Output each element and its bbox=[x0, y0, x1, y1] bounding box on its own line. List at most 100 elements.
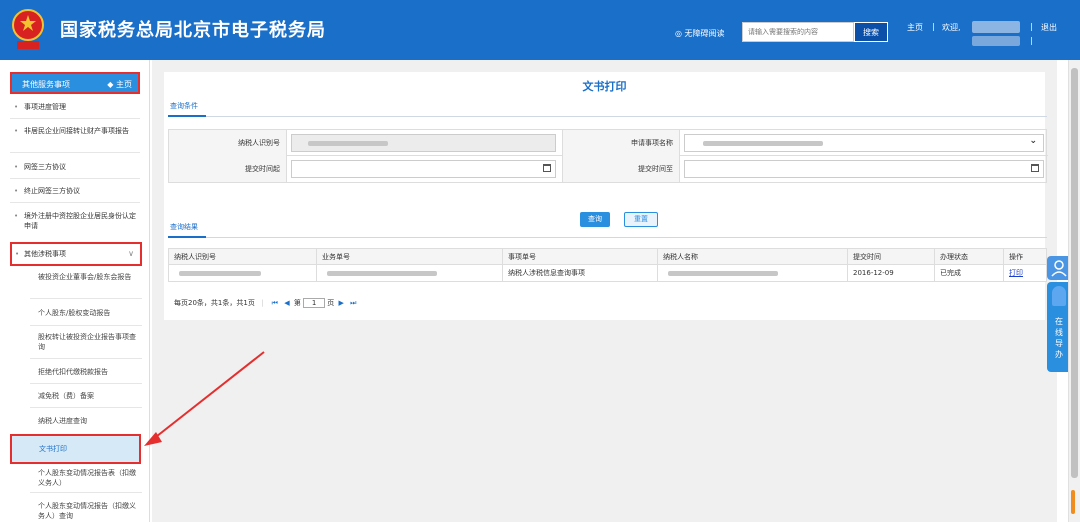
column-header: 纳税人识别号 bbox=[169, 249, 317, 266]
bullet-icon: • bbox=[14, 103, 19, 111]
column-header: 办理状态 bbox=[935, 249, 1004, 266]
cell-item-no: 纳税人涉税信息查询事项 bbox=[503, 265, 658, 282]
table-row: 纳税人涉税信息查询事项 2016-12-09 已完成 打印 bbox=[168, 265, 1047, 282]
sidebar-subitem[interactable]: 拒绝代扣代缴税款报告 bbox=[38, 367, 142, 377]
tab-query-results[interactable]: 查询结果 bbox=[170, 222, 198, 232]
cell-status: 已完成 bbox=[935, 265, 1004, 282]
search-button[interactable]: 搜索 bbox=[854, 22, 888, 42]
cell-taxpayer-name bbox=[658, 265, 848, 282]
pager-summary: 每页20条，共1条，共1页 bbox=[174, 299, 255, 307]
sidebar-subitem[interactable]: 减免税（费）备案 bbox=[38, 391, 142, 401]
sidebar-item-progress[interactable]: • 事项进度管理 bbox=[14, 102, 142, 112]
divider bbox=[168, 116, 1047, 117]
divider bbox=[30, 492, 142, 493]
cell-submit-time: 2016-12-09 bbox=[848, 265, 935, 282]
sidebar-item-terminate[interactable]: • 终止网签三方协议 bbox=[14, 186, 142, 196]
sidebar-item-nonresident[interactable]: • 非居民企业间接转让财产事项报告 bbox=[14, 126, 142, 136]
form-row: 纳税人识别号 申请事项名称 ⌄ bbox=[169, 130, 1048, 156]
divider bbox=[10, 118, 140, 119]
search-input[interactable] bbox=[742, 22, 854, 42]
assistant-avatar-icon bbox=[1052, 286, 1066, 306]
sidebar-subitem[interactable]: 个人股东变动情况报告（扣缴义务人）查询 bbox=[38, 501, 142, 521]
divider bbox=[10, 178, 140, 179]
sidebar-subitem-doc-print[interactable]: 文书打印 bbox=[10, 434, 141, 464]
tab-query-conditions[interactable]: 查询条件 bbox=[170, 101, 198, 111]
welcome-text: 欢迎, bbox=[942, 23, 961, 32]
bullet-icon: • bbox=[14, 163, 19, 171]
scrollbar-thumb[interactable] bbox=[1071, 68, 1078, 478]
apply-item-select[interactable]: ⌄ bbox=[684, 134, 1044, 152]
start-time-label: 提交时间起 bbox=[169, 156, 287, 182]
end-time-input[interactable] bbox=[684, 160, 1044, 178]
sidebar-item-resident-id[interactable]: • 境外注册中资控股企业居民身份认定申请 bbox=[14, 211, 142, 231]
sidebar: 其他服务事项 ◆ 主页 • 事项进度管理 • 非居民企业间接转让财产事项报告 •… bbox=[0, 60, 150, 522]
calendar-icon[interactable] bbox=[1031, 164, 1039, 172]
tab-active-indicator bbox=[168, 115, 206, 117]
divider bbox=[10, 202, 140, 203]
chevron-down-icon: ⌄ bbox=[1029, 136, 1037, 146]
bullet-icon: • bbox=[15, 250, 20, 258]
page-scrollbar[interactable] bbox=[1068, 60, 1080, 522]
bullet-icon: • bbox=[14, 187, 19, 195]
divider bbox=[30, 298, 142, 299]
sidebar-header[interactable]: 其他服务事项 ◆ 主页 bbox=[10, 72, 140, 94]
sidebar-subitem[interactable]: 个人股东/股权变动报告 bbox=[38, 308, 142, 318]
page-prefix: 第 bbox=[293, 299, 301, 307]
form-row: 提交时间起 提交时间至 bbox=[169, 156, 1048, 182]
first-page-icon[interactable]: ⏮ bbox=[272, 294, 278, 312]
exit-link[interactable]: 退出 bbox=[1041, 22, 1057, 33]
main-content: 文书打印 查询条件 纳税人识别号 申请事项名称 ⌄ 提交时间起 提交时间至 查询… bbox=[152, 60, 1057, 522]
sidebar-subitem[interactable]: 个人股东变动情况报告表（扣缴义务人） bbox=[38, 468, 142, 488]
cell-business-no bbox=[317, 265, 503, 282]
column-header: 操作 bbox=[1009, 253, 1023, 261]
cell-taxpayer-id bbox=[169, 265, 317, 282]
divider bbox=[30, 358, 142, 359]
page-suffix: 页 bbox=[327, 299, 335, 307]
site-title: 国家税务总局北京市电子税务局 bbox=[60, 20, 326, 41]
blurred-value bbox=[703, 141, 823, 146]
column-header: 事项单号 bbox=[503, 249, 658, 266]
divider bbox=[30, 407, 142, 408]
accessibility-link[interactable]: ◎ 无障碍阅读 bbox=[675, 28, 725, 39]
doc-print-panel: 文书打印 查询条件 纳税人识别号 申请事项名称 ⌄ 提交时间起 提交时间至 查询… bbox=[164, 72, 1048, 320]
tab-active-indicator bbox=[168, 236, 206, 238]
column-header: 提交时间 bbox=[848, 249, 935, 266]
blurred-value bbox=[308, 141, 388, 146]
blurred-value bbox=[327, 271, 437, 276]
nav-home-link[interactable]: 主页 bbox=[907, 22, 923, 33]
nav-separator: | bbox=[1030, 36, 1033, 45]
divider bbox=[168, 237, 1047, 238]
nav-separator: | bbox=[932, 22, 935, 31]
divider bbox=[30, 383, 142, 384]
table-header-row: 纳税人识别号 业务单号 事项单号 纳税人名称 提交时间 办理状态 操作 bbox=[168, 248, 1047, 266]
sidebar-subitem[interactable]: 股权转让被投资企业报告事项查询 bbox=[38, 332, 142, 352]
sidebar-home-link[interactable]: ◆ 主页 bbox=[107, 74, 132, 96]
blurred-value bbox=[179, 271, 261, 276]
sidebar-group-other-tax[interactable]: • 其他涉税事项 ∨ bbox=[10, 242, 142, 266]
sidebar-subitem[interactable]: 被投资企业董事会/股东会报告 bbox=[38, 272, 142, 282]
print-link[interactable]: 打印 bbox=[1004, 265, 1046, 282]
divider bbox=[10, 152, 140, 153]
apply-item-label: 申请事项名称 bbox=[562, 130, 680, 156]
query-form: 纳税人识别号 申请事项名称 ⌄ 提交时间起 提交时间至 bbox=[168, 129, 1048, 183]
sidebar-item-tripartite[interactable]: • 网签三方协议 bbox=[14, 162, 142, 172]
bullet-icon: • bbox=[14, 212, 19, 220]
tax-emblem-logo bbox=[12, 9, 44, 49]
bullet-icon: • bbox=[14, 127, 19, 135]
reset-button[interactable]: 重置 bbox=[624, 212, 658, 227]
user-info-blurred bbox=[972, 36, 1020, 46]
query-button[interactable]: 查询 bbox=[580, 212, 610, 227]
sidebar-header-label: 其他服务事项 bbox=[22, 80, 70, 89]
pagination: 每页20条，共1条，共1页 | ⏮ ◀ 第 1 页 ▶ ⏭ bbox=[168, 294, 1047, 312]
page-number-input[interactable]: 1 bbox=[303, 298, 326, 308]
top-header: 国家税务总局北京市电子税务局 ◎ 无障碍阅读 搜索 主页 | 欢迎, | | 退… bbox=[0, 0, 1080, 60]
sidebar-subitem[interactable]: 纳税人进度查询 bbox=[38, 416, 142, 426]
calendar-icon[interactable] bbox=[543, 164, 551, 172]
side-tab-marker[interactable] bbox=[1071, 490, 1075, 514]
last-page-icon[interactable]: ⏭ bbox=[350, 294, 356, 312]
taxpayer-id-field bbox=[291, 134, 556, 152]
next-page-icon[interactable]: ▶ bbox=[339, 294, 344, 312]
prev-page-icon[interactable]: ◀ bbox=[284, 294, 289, 312]
start-time-input[interactable] bbox=[291, 160, 556, 178]
column-header: 业务单号 bbox=[317, 249, 503, 266]
